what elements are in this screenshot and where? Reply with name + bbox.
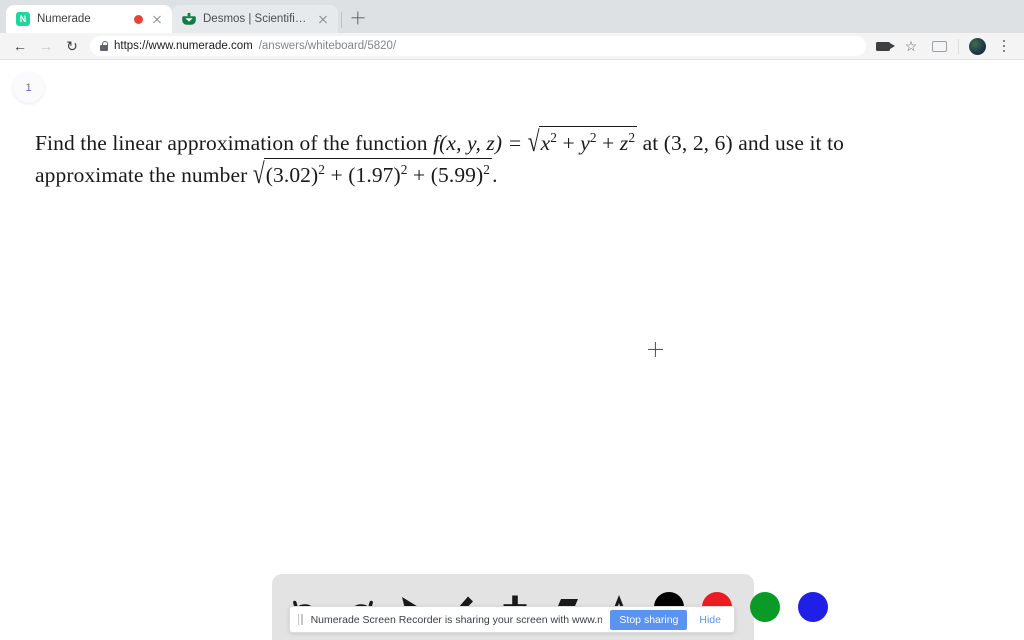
three-dot-menu-icon[interactable]	[996, 37, 1012, 55]
stop-sharing-button[interactable]: Stop sharing	[610, 609, 688, 630]
problem-statement: Find the linear approximation of the fun…	[35, 125, 935, 190]
tab-title: Desmos | Scientific Calculator	[203, 13, 309, 25]
drag-handle-icon[interactable]	[298, 614, 303, 625]
tab-numerade[interactable]: N Numerade	[6, 5, 172, 33]
tab-title: Numerade	[37, 13, 91, 25]
profile-avatar[interactable]	[969, 37, 986, 55]
function-args: (x, y, z) =	[439, 131, 523, 155]
video-camera-icon[interactable]	[874, 37, 895, 55]
lock-icon	[100, 41, 109, 51]
share-message: Numerade Screen Recorder is sharing your…	[310, 613, 603, 626]
new-tab-button[interactable]	[345, 5, 371, 31]
hide-button[interactable]: Hide	[695, 614, 725, 626]
page-number-badge[interactable]: 1	[13, 72, 44, 103]
close-icon[interactable]	[150, 12, 164, 26]
desmos-logo-icon	[182, 12, 196, 26]
color-blue-swatch[interactable]	[798, 592, 828, 622]
url-domain: https://www.numerade.com	[114, 40, 253, 52]
cast-screen-icon[interactable]	[930, 37, 948, 55]
recording-indicator-icon	[134, 14, 143, 24]
radical-expression-2: √(3.02)2 + (1.97)2 + (5.99)2	[253, 157, 493, 190]
radical-sign-icon: √	[252, 157, 265, 190]
toolbar-icon-group: ☆	[874, 37, 1016, 55]
tab-divider	[341, 12, 342, 28]
address-bar[interactable]: https://www.numerade.com /answers/whiteb…	[90, 36, 866, 56]
reload-button[interactable]: ↻	[60, 34, 84, 58]
close-icon[interactable]	[316, 12, 330, 26]
toolbar-divider	[958, 38, 959, 54]
crosshair-cursor-icon	[648, 342, 663, 357]
numerade-logo-icon: N	[16, 12, 30, 26]
problem-line1-part1: Find the linear approximation of the fun…	[35, 131, 428, 155]
url-path: /answers/whiteboard/5820/	[258, 40, 397, 52]
color-green-swatch[interactable]	[750, 592, 780, 622]
problem-line2-part1: approximate the number	[35, 163, 248, 187]
whiteboard-canvas[interactable]: 1 Find the linear approximation of the f…	[0, 61, 1024, 640]
screen-share-notification: Numerade Screen Recorder is sharing your…	[289, 606, 735, 633]
forward-button[interactable]: →	[34, 34, 58, 58]
tab-strip: N Numerade Desmos | Scientific Calculato…	[0, 0, 1024, 33]
radical-expression-1: √x2 + y2 + z2	[528, 125, 638, 158]
browser-window: N Numerade Desmos | Scientific Calculato…	[0, 0, 1024, 640]
back-button[interactable]: ←	[8, 34, 32, 58]
problem-line1-part2: at (3, 2, 6) and use it to	[642, 131, 845, 155]
bookmark-star-icon[interactable]: ☆	[902, 37, 920, 55]
problem-line2-part2: .	[492, 163, 498, 187]
tab-desmos[interactable]: Desmos | Scientific Calculator	[172, 5, 338, 33]
browser-toolbar: ← → ↻ https://www.numerade.com /answers/…	[0, 33, 1024, 60]
radical-sign-icon: √	[527, 125, 540, 158]
